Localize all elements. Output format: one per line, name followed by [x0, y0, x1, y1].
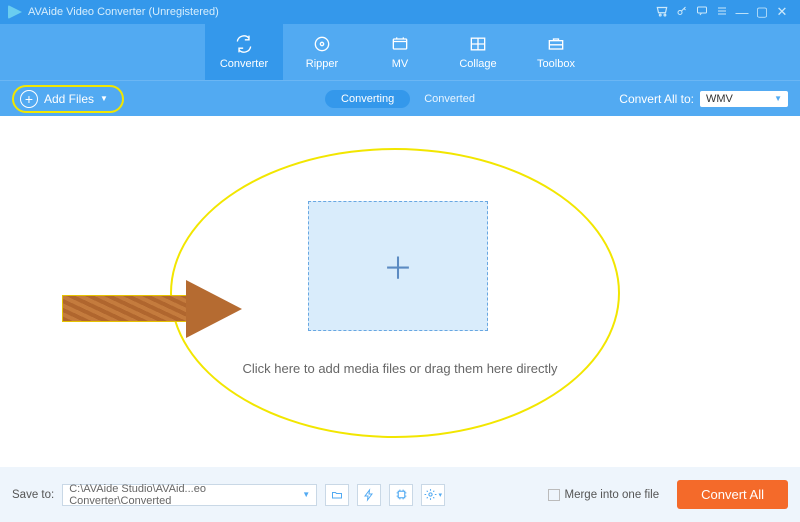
nav-label: Collage — [459, 58, 496, 70]
add-files-button[interactable]: + Add Files ▼ — [12, 85, 124, 113]
merge-checkbox[interactable]: Merge into one file — [548, 489, 660, 501]
convert-all-button[interactable]: Convert All — [677, 480, 788, 509]
nav-converter[interactable]: Converter — [205, 24, 283, 80]
menu-icon[interactable] — [712, 5, 732, 20]
chevron-down-icon: ▼ — [302, 490, 310, 499]
minimize-icon[interactable]: — — [732, 5, 752, 20]
workspace: ＋ Click here to add media files or drag … — [0, 116, 800, 467]
key-icon[interactable] — [672, 5, 692, 20]
maximize-icon[interactable]: ▢ — [752, 4, 772, 20]
add-files-label: Add Files — [44, 92, 94, 106]
save-path-value: C:\AVAide Studio\AVAid...eo Converter\Co… — [69, 483, 302, 507]
plus-icon: ＋ — [383, 244, 413, 288]
output-format-value: WMV — [706, 93, 733, 105]
convert-all-to-label: Convert All to: — [619, 92, 694, 106]
close-icon[interactable]: ✕ — [772, 4, 792, 20]
checkbox-icon — [548, 489, 560, 501]
nav-mv[interactable]: MV — [361, 24, 439, 80]
plus-circle-icon: + — [20, 90, 38, 108]
nav-toolbox[interactable]: Toolbox — [517, 24, 595, 80]
output-format-select[interactable]: WMV ▼ — [700, 91, 788, 107]
add-files-dropzone[interactable]: ＋ — [308, 201, 488, 331]
cart-icon[interactable] — [652, 4, 672, 21]
chevron-down-icon: ▼ — [774, 94, 782, 103]
nav-label: Ripper — [306, 58, 338, 70]
app-title: AVAide Video Converter (Unregistered) — [28, 6, 219, 18]
save-path-select[interactable]: C:\AVAide Studio\AVAid...eo Converter\Co… — [62, 484, 317, 506]
nav-label: Converter — [220, 58, 268, 70]
tab-converted[interactable]: Converted — [424, 93, 475, 105]
mv-icon — [390, 34, 410, 54]
feedback-icon[interactable] — [692, 5, 712, 20]
tab-converting[interactable]: Converting — [325, 90, 410, 108]
open-folder-button[interactable] — [325, 484, 349, 506]
main-nav: Converter Ripper MV Collage Toolbox — [0, 24, 800, 80]
nav-collage[interactable]: Collage — [439, 24, 517, 80]
nav-label: Toolbox — [537, 58, 575, 70]
convert-icon — [234, 34, 254, 54]
footer-bar: Save to: C:\AVAide Studio\AVAid...eo Con… — [0, 467, 800, 522]
speed-boost-button[interactable] — [357, 484, 381, 506]
nav-ripper[interactable]: Ripper — [283, 24, 361, 80]
ripper-icon — [312, 34, 332, 54]
settings-button[interactable]: ▾ — [421, 484, 445, 506]
collage-icon — [468, 34, 488, 54]
save-to-label: Save to: — [12, 489, 54, 501]
merge-label: Merge into one file — [565, 489, 660, 501]
nav-label: MV — [392, 58, 409, 70]
dropzone-caption: Click here to add media files or drag th… — [0, 361, 800, 376]
toolbox-icon — [546, 34, 566, 54]
app-logo-icon — [8, 5, 22, 19]
sub-toolbar: + Add Files ▼ Converting Converted Conve… — [0, 80, 800, 116]
tutorial-arrow-icon — [62, 281, 262, 336]
chevron-down-icon: ▼ — [100, 94, 108, 103]
title-bar: AVAide Video Converter (Unregistered) — … — [0, 0, 800, 24]
gpu-accel-button[interactable] — [389, 484, 413, 506]
